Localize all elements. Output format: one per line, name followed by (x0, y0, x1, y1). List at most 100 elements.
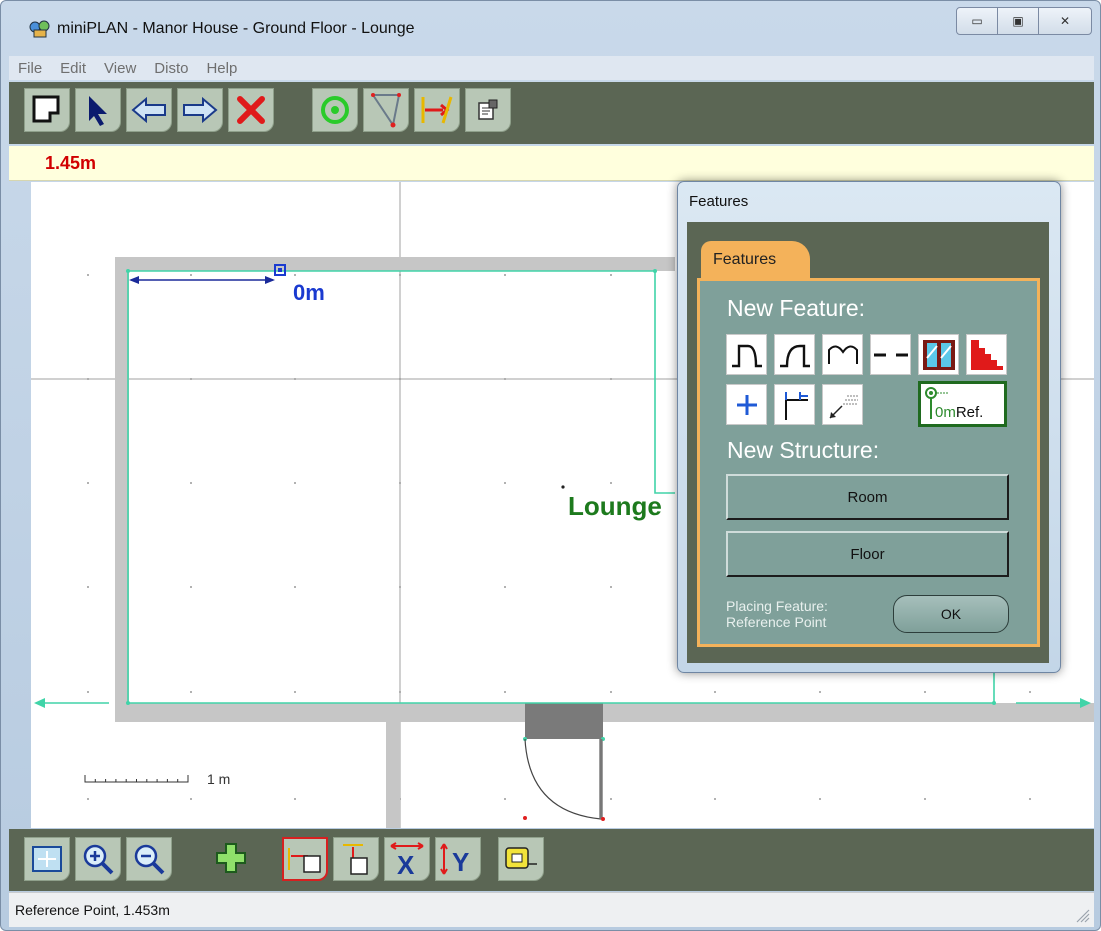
grid-dot (87, 586, 89, 588)
title-bar[interactable]: miniPLAN - Manor House - Ground Floor - … (1, 1, 1100, 55)
target-button[interactable] (312, 88, 358, 132)
triangle-button[interactable] (363, 88, 409, 132)
tape-measure-icon (505, 847, 537, 869)
maximize-icon: ▣ (1012, 14, 1024, 28)
grid-dot (294, 274, 296, 276)
wall-left (115, 257, 129, 722)
target-icon (321, 96, 349, 124)
features-dialog: Features Features New Feature: 0mRef. Ne… (677, 181, 1061, 673)
grid-dot (87, 274, 89, 276)
feature-note-button[interactable] (822, 384, 863, 425)
new-shape-icon (32, 95, 60, 123)
grid-dot (399, 274, 401, 276)
grid-dot (190, 691, 192, 693)
add-button[interactable] (214, 841, 248, 880)
triangle-icon (371, 93, 401, 128)
curved-opening-icon (779, 344, 810, 367)
grid-dot (87, 482, 89, 484)
features-dialog-body: Features New Feature: 0mRef. New Structu… (687, 222, 1049, 663)
resize-grip-icon[interactable] (1076, 909, 1090, 923)
measurement-value: 1.45m (45, 153, 97, 173)
maximize-button[interactable]: ▣ (997, 7, 1039, 35)
plus-point-icon (736, 394, 757, 415)
grid-dot (190, 378, 192, 380)
tape-measure-button[interactable] (498, 837, 544, 881)
add-plus-icon (216, 843, 246, 873)
measure-button[interactable] (414, 88, 460, 132)
tab-features[interactable]: Features (701, 241, 810, 278)
new-shape-button[interactable] (24, 88, 70, 132)
grid-dot (294, 691, 296, 693)
bottom-toolbar: X Y (9, 829, 1094, 891)
grid-dot (87, 798, 89, 800)
reference-button-text: 0mRef. (935, 404, 983, 421)
minimize-button[interactable]: ▭ (956, 7, 998, 35)
reference-label: 0m (293, 280, 325, 305)
grid-dot (87, 691, 89, 693)
close-button[interactable]: ✕ (1038, 7, 1092, 35)
window-title: miniPLAN - Manor House - Ground Floor - … (57, 20, 415, 37)
grid-dot (504, 798, 506, 800)
grid-dot (504, 378, 506, 380)
dimension-width-button[interactable] (282, 837, 328, 881)
room-outline-top (128, 270, 675, 494)
grid-dot (924, 691, 926, 693)
room-label: Lounge (568, 491, 662, 521)
feature-stairs-button[interactable] (966, 334, 1007, 375)
grid-dot (190, 586, 192, 588)
dimension-height-icon (343, 844, 368, 875)
dashed-line-icon (873, 353, 908, 356)
feature-window-button[interactable] (918, 334, 959, 375)
grid-dot (399, 691, 401, 693)
door-swing (524, 738, 602, 820)
menu-disto[interactable]: Disto (145, 60, 197, 77)
dimension-height-button[interactable] (333, 837, 379, 881)
new-structure-heading: New Structure: (727, 437, 880, 463)
app-logo-icon (29, 20, 50, 38)
menu-file[interactable]: File (9, 60, 51, 77)
annotation-icon (828, 394, 858, 419)
grid-dot (190, 798, 192, 800)
delete-button[interactable] (228, 88, 274, 132)
scale-label: 1 m (207, 771, 230, 787)
properties-icon (478, 99, 498, 120)
zoom-in-button[interactable] (75, 837, 121, 881)
grid-dot (610, 586, 612, 588)
feature-curve-button[interactable] (774, 334, 815, 375)
wall-partition (386, 722, 400, 828)
floor-button[interactable]: Floor (726, 531, 1009, 577)
grid-dot (190, 482, 192, 484)
room-button[interactable]: Room (726, 474, 1009, 520)
feature-reference-button[interactable]: 0mRef. (918, 381, 1007, 427)
status-text: Reference Point, 1.453m (15, 902, 170, 918)
fit-view-button[interactable] (24, 837, 70, 881)
x-axis-button[interactable]: X (384, 837, 430, 881)
menu-view[interactable]: View (95, 60, 145, 77)
placing-status: Placing Feature: Reference Point (726, 598, 828, 630)
room-label-anchor (561, 485, 565, 489)
feature-point-button[interactable] (726, 384, 767, 425)
properties-button[interactable] (465, 88, 511, 132)
zoom-out-button[interactable] (126, 837, 172, 881)
back-button[interactable] (126, 88, 172, 132)
wall-top (115, 257, 675, 271)
y-axis-button[interactable]: Y (435, 837, 481, 881)
delete-x-icon (237, 96, 265, 124)
window-icon (922, 339, 955, 370)
menu-help[interactable]: Help (197, 60, 246, 77)
ok-button[interactable]: OK (893, 595, 1009, 633)
svg-text:Y: Y (452, 847, 469, 877)
select-button[interactable] (75, 88, 121, 132)
menu-bar: File Edit View Disto Help (9, 56, 1094, 80)
feature-dashed-button[interactable] (870, 334, 911, 375)
feature-corner-button[interactable] (774, 384, 815, 425)
select-arrow-icon (89, 96, 107, 126)
forward-button[interactable] (177, 88, 223, 132)
menu-edit[interactable]: Edit (51, 60, 95, 77)
fit-view-icon (32, 846, 62, 872)
grid-dot (294, 798, 296, 800)
feature-arch-button[interactable] (726, 334, 767, 375)
grid-dot (610, 798, 612, 800)
arch-opening-icon (731, 344, 762, 367)
feature-wave-button[interactable] (822, 334, 863, 375)
